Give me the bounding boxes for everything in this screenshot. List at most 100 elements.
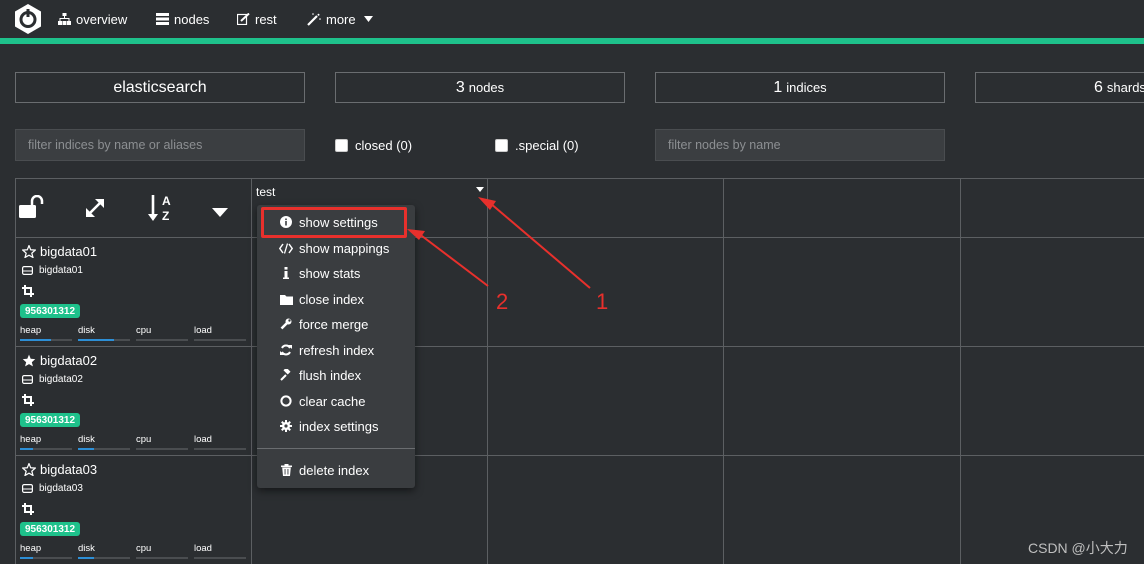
wrench-icon [279,318,293,330]
svg-text:Z: Z [162,209,169,223]
index-name[interactable]: test [256,185,275,199]
nav-rest-label: rest [255,11,277,27]
node-name: bigdata02 [40,353,98,368]
shards-count-box: 6 shards [975,72,1144,103]
index-menu-caret-icon[interactable] [476,187,484,192]
grid-line [960,178,961,564]
nav-overview[interactable]: overview [58,10,127,28]
indices-count: 1 [773,78,783,96]
metric-load-label: load [194,325,212,336]
cpu-bar [136,448,188,450]
caret-down-icon [363,16,373,22]
load-bar [194,557,246,559]
cluster-name: elasticsearch [113,78,207,96]
node-badge: 956301312 [20,522,81,536]
disk-bar [78,448,130,450]
node-host-name: bigdata02 [39,374,83,385]
disk-bar [78,339,130,341]
disk-bar-fill [78,448,94,450]
filter-indices-input[interactable]: filter indices by name or aliases [15,129,305,161]
node-host: bigdata03 [22,483,83,494]
expand-icon[interactable] [83,196,107,225]
top-nav: overview nodes rest more [0,0,1144,40]
menu-delete-index[interactable]: delete index [257,458,415,482]
svg-text:A: A [162,194,171,208]
menu-force-merge[interactable]: force merge [257,312,415,336]
menu-close-index[interactable]: close index [257,287,415,311]
closed-checkbox-box[interactable] [335,139,348,152]
cluster-grid: A Z test bigdata01 bigdata01 956301312 h… [15,178,1144,564]
heap-bar-fill [20,339,52,341]
metric-heap-label: heap [20,543,42,554]
unlock-icon[interactable] [19,194,45,224]
closed-checkbox-label: closed (0) [355,138,413,153]
closed-checkbox[interactable]: closed (0) [335,138,412,153]
disk-bar-fill [78,557,94,559]
cluster-name-box: elasticsearch [15,72,305,103]
folder-icon [279,294,293,305]
index-dropdown-menu: show settings show mappings show stats c… [257,205,415,488]
special-checkbox-box[interactable] [495,139,508,152]
nav-rest[interactable]: rest [237,10,277,28]
star-outline-icon [22,463,36,476]
heap-bar [20,557,72,559]
node-title[interactable]: bigdata01 [22,244,97,259]
trash-icon [279,464,293,476]
edit-icon [237,13,250,25]
refresh-icon [279,344,293,356]
cpu-bar [136,557,188,559]
metric-cpu-label: cpu [136,543,152,554]
hdd-icon [22,484,33,493]
crop-icon [22,284,34,302]
special-checkbox-label: .special (0) [515,138,579,153]
caret-down-icon[interactable] [212,204,228,222]
nav-more[interactable]: more [307,10,373,28]
menu-show-stats[interactable]: show stats [257,261,415,285]
menu-index-settings[interactable]: index settings [257,414,415,438]
menu-flush-index[interactable]: flush index [257,363,415,387]
grid-line [723,178,724,564]
crop-icon [22,393,34,411]
node-badge: 956301312 [20,413,81,427]
metric-cpu-label: cpu [136,325,152,336]
disk-bar [78,557,130,559]
load-bar [194,339,246,341]
metric-heap-label: heap [20,434,42,445]
metric-disk-label: disk [78,543,95,554]
code-icon [279,242,293,254]
menu-show-mappings[interactable]: show mappings [257,236,415,260]
annotation-number-2: 2 [496,289,509,314]
nodes-count-box: 3 nodes [335,72,625,103]
circle-icon [279,395,293,407]
gavel-icon [279,369,293,381]
load-bar [194,448,246,450]
menu-divider [257,448,415,449]
node-title[interactable]: bigdata02 [22,353,97,368]
filter-nodes-input[interactable]: filter nodes by name [655,129,945,161]
metric-load-label: load [194,434,212,445]
cerebro-logo-icon[interactable] [13,3,43,35]
metric-heap-label: heap [20,325,42,336]
sort-alpha-icon[interactable]: A Z [148,193,176,228]
disk-bar-fill [78,339,115,341]
metric-disk-label: disk [78,434,95,445]
special-checkbox[interactable]: .special (0) [495,138,579,153]
filter-indices-placeholder: filter indices by name or aliases [28,138,203,152]
menu-refresh-index[interactable]: refresh index [257,338,415,362]
indices-count-box: 1 indices [655,72,945,103]
grid-line [487,178,488,564]
crop-icon [22,502,34,520]
node-badge: 956301312 [20,304,81,318]
watermark: CSDN @小大力 [1028,540,1128,556]
menu-close-index-label: close index [299,291,365,307]
shards-count: 6 [1094,78,1103,96]
menu-force-merge-label: force merge [299,316,369,332]
menu-clear-cache[interactable]: clear cache [257,389,415,413]
grid-line [15,178,1144,179]
heap-bar [20,339,72,341]
metric-load-label: load [194,543,212,554]
metric-cpu-label: cpu [136,434,152,445]
nav-nodes[interactable]: nodes [156,10,209,28]
node-host: bigdata02 [22,374,83,385]
node-title[interactable]: bigdata03 [22,462,97,477]
